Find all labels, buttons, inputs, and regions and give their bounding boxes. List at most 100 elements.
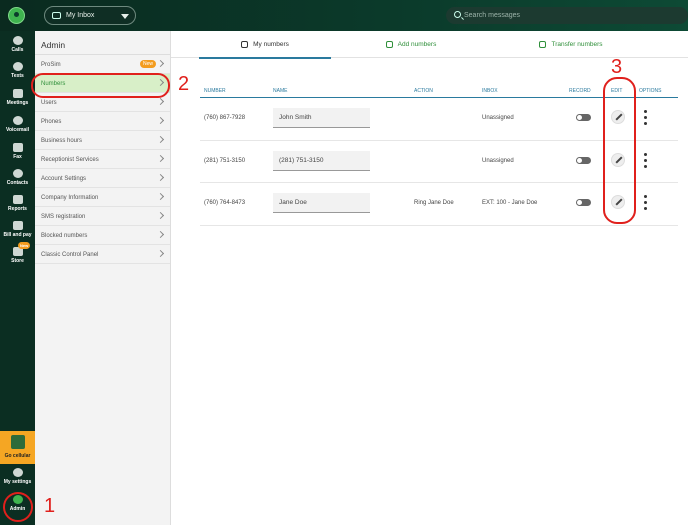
main-nav-rail: Calls Texts Meetings Voicemail Fax Conta… — [0, 31, 35, 525]
nav-bill-and-pay[interactable]: Bill and pay — [0, 221, 35, 238]
nav-voicemail-label: Voicemail — [6, 127, 29, 133]
nav-texts[interactable]: Texts — [0, 62, 35, 79]
menu-label: Blocked numbers — [41, 233, 88, 239]
column-header-action: ACTION — [414, 88, 433, 94]
chevron-right-icon — [156, 59, 165, 68]
menu-label: Receptionist Services — [41, 157, 99, 163]
chevron-right-icon — [156, 116, 165, 125]
chevron-right-icon — [156, 97, 165, 106]
menu-label: Phones — [41, 119, 62, 125]
tab-label: Add numbers — [397, 41, 437, 48]
nav-meetings[interactable]: Meetings — [0, 89, 35, 106]
fax-icon — [12, 143, 23, 152]
numbers-tabs: My numbers Add numbers Transfer numbers — [171, 31, 688, 59]
column-header-number: NUMBER — [204, 88, 226, 94]
annotation-circle-edit — [603, 77, 636, 224]
annotation-number-2: 2 — [178, 73, 190, 95]
menu-label: Users — [41, 100, 57, 106]
annotation-circle-admin — [3, 492, 33, 522]
app-logo-icon[interactable] — [8, 7, 25, 24]
number-cell: (760) 764-8473 — [204, 200, 246, 206]
nav-meetings-label: Meetings — [6, 100, 29, 106]
menu-label: Company Information — [41, 195, 99, 201]
menu-label: Account Settings — [41, 176, 87, 182]
chevron-right-icon — [156, 154, 165, 163]
inbox-cell: Unassigned — [482, 115, 514, 121]
phone-icon — [12, 36, 23, 45]
tab-label: Transfer numbers — [551, 41, 603, 48]
nav-reports-label: Reports — [8, 206, 27, 212]
admin-menu-sms-registration[interactable]: SMS registration — [35, 207, 170, 226]
phone-add-icon — [385, 41, 393, 48]
admin-menu-business-hours[interactable]: Business hours — [35, 131, 170, 150]
tab-transfer-numbers[interactable]: Transfer numbers — [511, 31, 631, 58]
record-toggle[interactable] — [576, 114, 591, 121]
nav-reports[interactable]: Reports — [0, 195, 35, 212]
column-header-name: NAME — [273, 88, 288, 94]
top-bar: My Inbox Search messages — [0, 0, 688, 31]
menu-label: ProSim — [41, 62, 61, 68]
nav-store[interactable]: New Store — [0, 242, 35, 264]
person-icon — [12, 169, 23, 178]
number-cell: (281) 751-3150 — [204, 157, 246, 164]
more-options-icon[interactable] — [644, 110, 647, 125]
nav-voicemail[interactable]: Voicemail — [0, 116, 35, 133]
go-cellular-button[interactable]: Go cellular — [0, 431, 35, 464]
name-field[interactable]: Jane Doe — [273, 193, 370, 213]
column-header-options: OPTIONS — [639, 88, 662, 94]
bar-chart-icon — [12, 195, 23, 204]
chevron-right-icon — [156, 135, 165, 144]
menu-label: Business hours — [41, 138, 83, 144]
annotation-number-3: 3 — [611, 56, 623, 78]
annotation-number-1: 1 — [44, 495, 56, 517]
record-toggle[interactable] — [576, 156, 591, 164]
phone-transfer-icon — [539, 41, 547, 48]
admin-menu-phones[interactable]: Phones — [35, 112, 170, 131]
admin-menu-receptionist-services[interactable]: Receptionist Services — [35, 150, 170, 169]
number-cell: (760) 867-7928 — [204, 115, 246, 121]
action-cell: Ring Jane Doe — [414, 200, 454, 206]
admin-title: Admin — [35, 31, 170, 55]
chevron-right-icon — [156, 211, 165, 220]
cellular-signal-icon — [10, 435, 25, 449]
search-icon — [454, 11, 461, 18]
tab-add-numbers[interactable]: Add numbers — [361, 31, 461, 58]
inbox-icon — [52, 12, 61, 19]
chevron-right-icon — [156, 230, 165, 239]
admin-menu-blocked-numbers[interactable]: Blocked numbers — [35, 226, 170, 245]
nav-bill-and-pay-label: Bill and pay — [3, 232, 32, 238]
column-header-inbox: INBOX — [482, 88, 498, 94]
chevron-down-icon — [121, 14, 129, 19]
admin-menu-classic-control-panel[interactable]: Classic Control Panel — [35, 245, 170, 264]
more-options-icon[interactable] — [644, 152, 647, 168]
search-input[interactable]: Search messages — [446, 7, 688, 24]
nav-my-settings[interactable]: My settings — [0, 468, 35, 485]
admin-menu-prosim[interactable]: ProSim New — [35, 55, 170, 74]
nav-fax[interactable]: Fax — [0, 143, 35, 160]
inbox-selector[interactable]: My Inbox — [44, 6, 136, 25]
new-badge: New — [139, 60, 156, 68]
admin-menu-account-settings[interactable]: Account Settings — [35, 169, 170, 188]
receipt-icon — [12, 221, 23, 230]
nav-calls-label: Calls — [11, 47, 24, 53]
name-field[interactable]: John Smith — [273, 108, 370, 128]
menu-label: SMS registration — [41, 214, 86, 220]
phone-icon — [241, 41, 249, 48]
nav-contacts[interactable]: Contacts — [0, 169, 35, 186]
inbox-cell: EXT: 100 - Jane Doe — [482, 200, 538, 206]
inbox-cell: Unassigned — [482, 157, 514, 164]
store-new-badge: New — [18, 242, 31, 249]
nav-my-settings-label: My settings — [3, 479, 32, 485]
chevron-right-icon — [156, 173, 165, 182]
more-options-icon[interactable] — [644, 195, 647, 210]
nav-calls[interactable]: Calls — [0, 36, 35, 53]
gear-icon — [12, 468, 23, 477]
column-header-record: RECORD — [569, 88, 591, 94]
record-toggle[interactable] — [576, 199, 591, 206]
go-cellular-label: Go cellular — [4, 453, 31, 459]
voicemail-icon — [12, 116, 23, 125]
tab-my-numbers[interactable]: My numbers — [199, 31, 331, 59]
admin-menu-company-information[interactable]: Company Information — [35, 188, 170, 207]
name-field[interactable]: (281) 751-3150 — [273, 150, 370, 171]
video-camera-icon — [12, 89, 23, 98]
